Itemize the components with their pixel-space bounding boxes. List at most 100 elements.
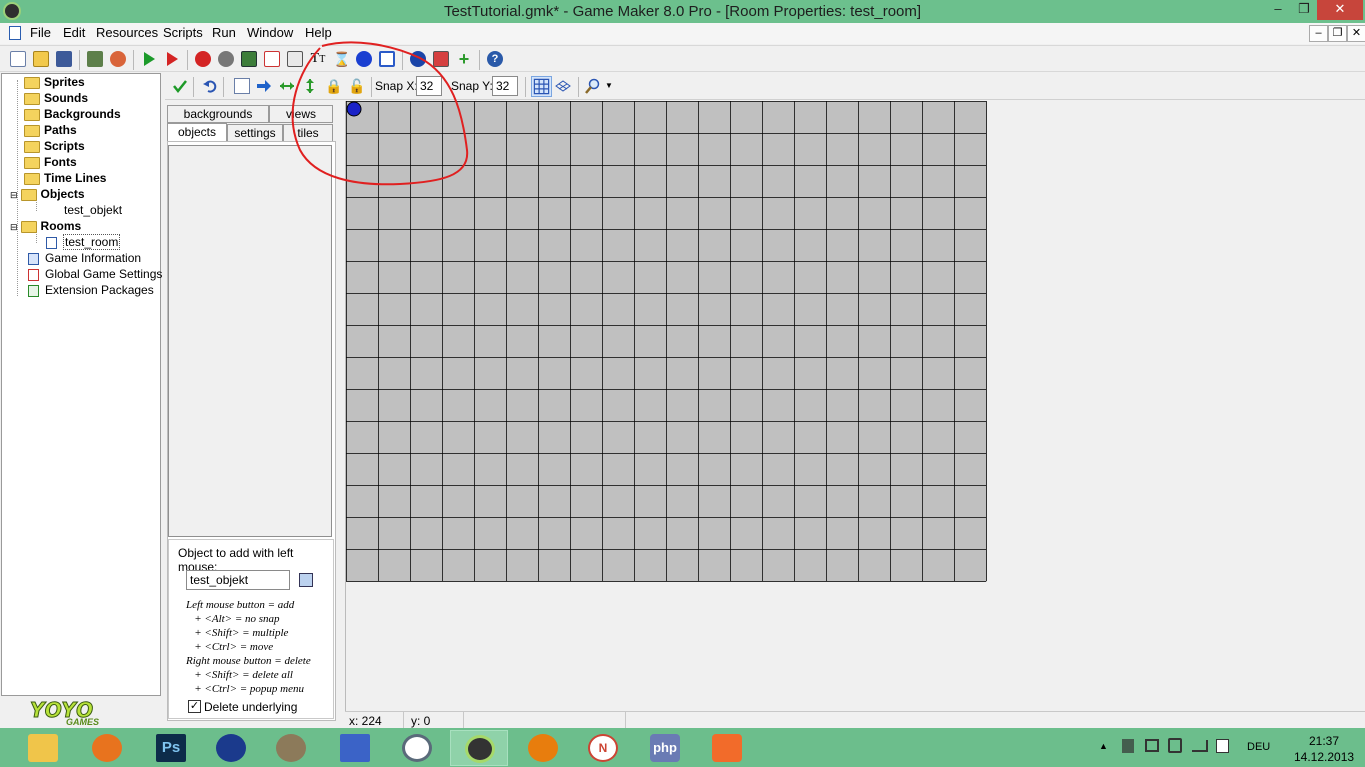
taskbar-nitro[interactable]: N [574, 730, 632, 766]
tree-item-fonts[interactable]: Fonts [24, 155, 77, 171]
mdi-restore-button[interactable]: ❐ [1328, 25, 1347, 42]
room-canvas[interactable] [345, 101, 1365, 711]
create-executable-icon[interactable] [87, 51, 103, 67]
chevron-down-icon[interactable]: ▼ [605, 78, 621, 94]
tab-views[interactable]: views [269, 105, 333, 123]
clock[interactable]: 21:37 14.12.2013 [1294, 733, 1354, 765]
minimize-button[interactable]: – [1265, 0, 1291, 20]
taskbar-blender[interactable] [514, 730, 572, 766]
display-icon[interactable] [1145, 739, 1159, 752]
object-preview-area [168, 145, 332, 537]
menu-file[interactable]: File [30, 25, 51, 40]
add-sound-icon[interactable] [218, 51, 234, 67]
room-instance-test-objekt[interactable] [346, 101, 362, 117]
taskbar-network-tool[interactable] [326, 730, 384, 766]
undo-icon[interactable] [202, 78, 218, 94]
taskbar-game-maker[interactable] [450, 730, 508, 766]
yoyo-games-logo: YOYO GAMES [30, 698, 126, 728]
tree-item-scripts[interactable]: Scripts [24, 139, 85, 155]
tree-item-time-lines[interactable]: Time Lines [24, 171, 106, 187]
zoom-icon[interactable] [585, 78, 601, 94]
folder-icon [24, 108, 40, 121]
isometric-grid-icon[interactable] [555, 78, 571, 94]
add-sprite-icon[interactable] [195, 51, 211, 67]
network-signal-icon[interactable] [1192, 740, 1208, 752]
save-icon[interactable] [56, 51, 72, 67]
tree-item-objects[interactable]: ⊟ Objects [10, 187, 85, 203]
taskbar-globe-app[interactable] [202, 730, 260, 766]
unlock-instances-icon[interactable]: 🔓 [348, 78, 365, 94]
tab-settings[interactable]: settings [227, 124, 283, 142]
snap-x-input[interactable]: 32 [416, 76, 442, 96]
taskbar-firefox[interactable] [78, 730, 136, 766]
tab-objects[interactable]: objects [167, 123, 227, 143]
add-font-icon[interactable]: TT [310, 51, 326, 67]
tree-item-paths[interactable]: Paths [24, 123, 77, 139]
browse-objects-icon[interactable] [299, 573, 313, 587]
help-icon[interactable]: ? [487, 51, 503, 67]
menu-scripts[interactable]: Scripts [163, 25, 203, 40]
global-settings-icon[interactable] [433, 51, 449, 67]
folder-icon [24, 92, 40, 105]
tree-item-sounds[interactable]: Sounds [24, 91, 88, 107]
tray-expand-icon[interactable]: ▲ [1099, 741, 1108, 751]
menu-window[interactable]: Window [247, 25, 293, 40]
tree-item-sprites[interactable]: Sprites [24, 75, 85, 91]
menu-run[interactable]: Run [212, 25, 236, 40]
add-background-icon[interactable] [241, 51, 257, 67]
taskbar-photoshop[interactable]: Ps [142, 730, 200, 766]
snap-y-input[interactable]: 32 [492, 76, 518, 96]
sort-x-icon[interactable] [279, 78, 295, 94]
tree-item-rooms[interactable]: ⊟ Rooms [10, 219, 81, 235]
volume-icon[interactable] [1122, 739, 1134, 753]
shift-right-icon[interactable] [256, 78, 272, 94]
menu-resources[interactable]: Resources [96, 25, 158, 40]
add-timeline-icon[interactable]: ⌛ [333, 51, 350, 67]
taskbar-xampp[interactable] [698, 730, 756, 766]
tree-item-backgrounds[interactable]: Backgrounds [24, 107, 121, 123]
tree-item-test-objekt[interactable]: test_objekt [64, 203, 122, 219]
taskbar-explorer[interactable] [14, 730, 72, 766]
mdi-close-button[interactable]: ✕ [1347, 25, 1365, 42]
tree-item-test-room[interactable]: test_room [46, 234, 121, 251]
game-information-icon[interactable] [410, 51, 426, 67]
sort-y-icon[interactable] [302, 78, 318, 94]
lock-instances-icon[interactable]: 🔒 [325, 78, 342, 94]
run-icon[interactable] [141, 51, 157, 67]
extension-packages-icon[interactable]: + [456, 50, 472, 68]
action-center-icon[interactable] [1216, 739, 1229, 753]
file-explorer-icon [28, 734, 58, 762]
clear-room-icon[interactable] [234, 78, 250, 94]
taskbar-gimp[interactable] [262, 730, 320, 766]
tree-item-global-game-settings[interactable]: Global Game Settings [28, 267, 162, 283]
menu-edit[interactable]: Edit [63, 25, 85, 40]
debug-icon[interactable] [164, 51, 180, 67]
tree-item-extension-packages[interactable]: Extension Packages [28, 283, 154, 299]
tab-backgrounds[interactable]: backgrounds [167, 105, 269, 123]
close-button[interactable]: ✕ [1317, 0, 1363, 20]
battery-icon[interactable] [1168, 738, 1182, 753]
taskbar-mail[interactable] [388, 730, 446, 766]
document-icon[interactable] [9, 26, 21, 40]
ok-checkmark-icon[interactable] [172, 78, 188, 94]
delete-underlying-checkbox[interactable]: ✓ [188, 700, 201, 713]
menu-bar: File Edit Resources Scripts Run Window H… [0, 23, 1365, 44]
mdi-minimize-button[interactable]: – [1309, 25, 1328, 42]
tab-tiles[interactable]: tiles [283, 124, 333, 142]
menu-help[interactable]: Help [305, 25, 332, 40]
language-indicator[interactable]: DEU [1247, 741, 1270, 753]
new-file-icon[interactable] [10, 51, 26, 67]
add-room-icon[interactable] [379, 51, 395, 67]
add-script-icon[interactable] [287, 51, 303, 67]
taskbar-php[interactable]: php [636, 730, 694, 766]
resource-tree: Sprites Sounds Backgrounds Paths Scripts… [1, 73, 162, 696]
open-folder-icon[interactable] [33, 51, 49, 67]
object-select-field[interactable]: test_objekt [186, 570, 290, 590]
publish-icon[interactable] [110, 51, 126, 67]
add-object-icon[interactable] [356, 51, 372, 67]
add-path-icon[interactable] [264, 51, 280, 67]
show-grid-icon[interactable] [531, 76, 552, 97]
room-grid[interactable] [346, 101, 987, 582]
tree-item-game-information[interactable]: Game Information [28, 251, 141, 267]
maximize-button[interactable]: ❐ [1291, 0, 1317, 20]
